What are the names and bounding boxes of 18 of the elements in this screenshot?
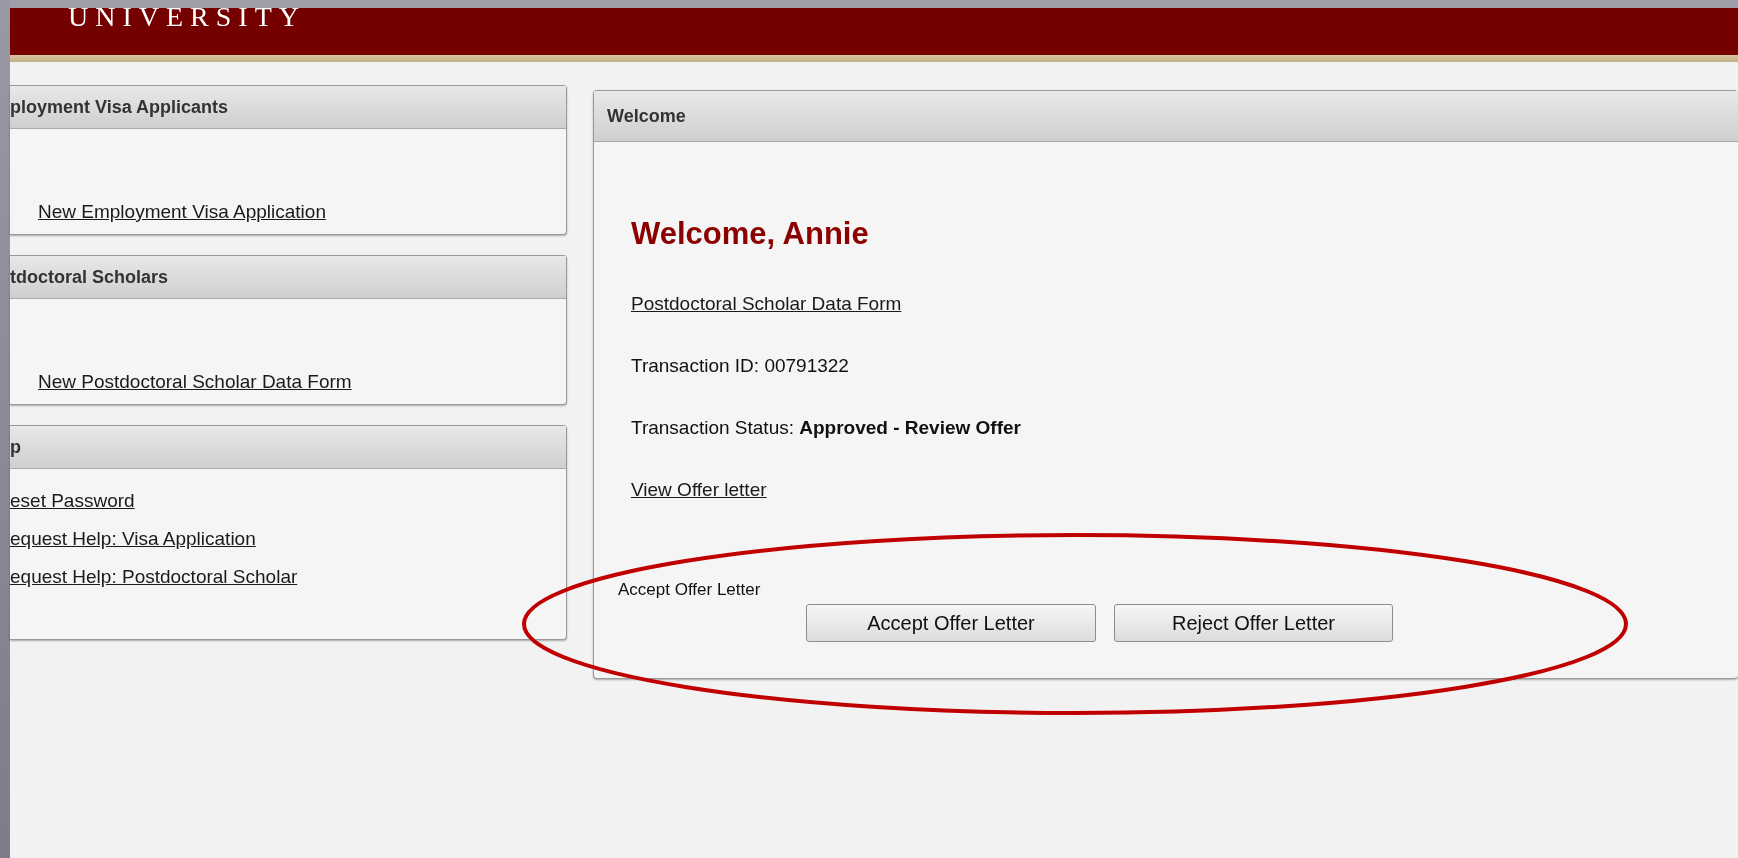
transaction-id: Transaction ID: 00791322 <box>631 355 849 376</box>
welcome-heading: Welcome, Annie <box>631 216 870 252</box>
accept-button[interactable]: Accept Offer Letter <box>806 604 1096 642</box>
panel-title: ployment Visa Applicants <box>10 96 229 118</box>
offer-letter-link[interactable]: View Offer letter <box>631 479 767 500</box>
panel-title: tdoctoral Scholars <box>10 266 169 288</box>
form-link[interactable]: Postdoctoral Scholar Data Form <box>631 293 902 314</box>
sidebar-link[interactable]: equest Help: Postdoctoral Scholar <box>10 565 566 589</box>
reject-button[interactable]: Reject Offer Letter <box>1114 604 1393 642</box>
transaction-status: Transaction Status: Approved - Review Offer <box>631 417 1021 438</box>
sidebar-link[interactable]: eset Password <box>10 489 566 513</box>
sidebar-link[interactable]: New Employment Visa Application <box>38 200 566 224</box>
panel-title: p <box>10 436 21 458</box>
accept-offer-label: Accept Offer Letter <box>618 580 761 599</box>
university-title: UNIVERSITY <box>68 8 306 34</box>
panel-title: Welcome <box>607 105 686 127</box>
sidebar-link[interactable]: New Postdoctoral Scholar Data Form <box>38 370 566 394</box>
sidebar-link[interactable]: equest Help: Visa Application <box>10 527 566 551</box>
